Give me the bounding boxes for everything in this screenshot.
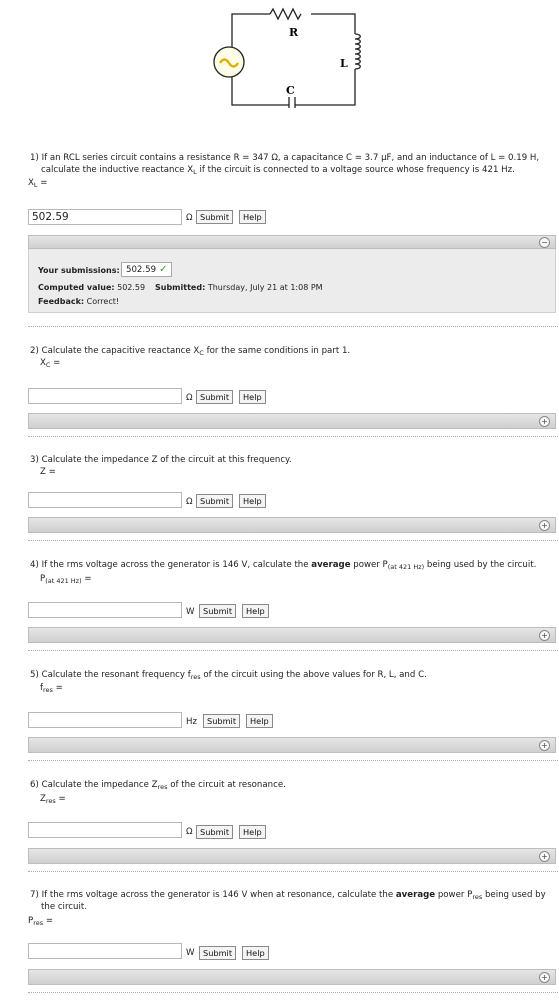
submitted-label: Submitted: — [155, 283, 206, 292]
unit-label-5: Hz — [186, 717, 197, 727]
computed-value: 502.59 — [117, 283, 146, 292]
help-button-7[interactable]: Help — [242, 946, 269, 960]
unit-label-4: W — [186, 607, 195, 617]
collapse-icon[interactable]: − — [539, 237, 550, 248]
expand-icon[interactable]: + — [539, 851, 550, 862]
checkmark-icon: ✓ — [159, 264, 168, 275]
computed-label: Computed value: — [38, 283, 115, 292]
submit-button-3[interactable]: Submit — [196, 494, 234, 508]
submit-button-2[interactable]: Submit — [196, 390, 234, 404]
question-4-variable-label: P(at 421 Hz) = — [40, 574, 92, 585]
feedback-toggle-bar-2[interactable]: + — [28, 413, 556, 429]
help-button-6[interactable]: Help — [239, 825, 266, 839]
answer-input-4[interactable] — [28, 602, 182, 618]
unit-label-7: W — [186, 948, 195, 958]
question-3-text: 3) Calculate the impedance Z of the circ… — [30, 455, 292, 465]
divider — [28, 540, 558, 541]
rlc-circuit-diagram: R L C — [213, 7, 361, 108]
submission-value: 502.59 ✓ — [121, 262, 173, 277]
question-7-text: 7) If the rms voltage across the generat… — [30, 890, 546, 912]
answer-input-3[interactable] — [28, 492, 182, 508]
answer-input-5[interactable] — [28, 712, 182, 728]
question-5-text: 5) Calculate the resonant frequency fres… — [30, 670, 427, 681]
help-button-1[interactable]: Help — [239, 210, 266, 224]
unit-label-1: Ω — [186, 213, 193, 223]
submit-button-1[interactable]: Submit — [196, 210, 234, 224]
question-6-text: 6) Calculate the impedance Zres of the c… — [30, 780, 286, 791]
question-2-variable-label: XC = — [40, 358, 61, 369]
expand-icon[interactable]: + — [539, 630, 550, 641]
feedback-label: Feedback: — [38, 297, 85, 306]
divider — [28, 650, 558, 651]
divider — [28, 436, 558, 437]
divider — [28, 760, 558, 761]
feedback-value: Correct! — [86, 297, 120, 306]
feedback-toggle-bar-1[interactable]: − — [28, 235, 556, 249]
help-button-5[interactable]: Help — [246, 714, 273, 728]
feedback-panel-1: Your submissions: 502.59 ✓ Computed value… — [28, 249, 556, 313]
question-7-variable-label: Pres = — [28, 916, 54, 927]
question-3-variable-label: Z = — [40, 467, 56, 477]
question-6-variable-label: Zres = — [40, 794, 66, 805]
inductor-label: L — [340, 57, 348, 70]
submit-button-7[interactable]: Submit — [199, 946, 237, 960]
answer-input-6[interactable] — [28, 822, 182, 838]
answer-input-7[interactable] — [28, 943, 182, 959]
feedback-toggle-bar-3[interactable]: + — [28, 517, 556, 533]
inductor-symbol — [354, 33, 361, 70]
submitted-value: Thursday, July 21 at 1:08 PM — [207, 283, 323, 292]
feedback-toggle-bar-6[interactable]: + — [28, 848, 556, 864]
answer-input-1[interactable] — [28, 209, 182, 225]
unit-label-3: Ω — [186, 497, 193, 507]
divider — [28, 326, 558, 327]
question-4-text: 4) If the rms voltage across the generat… — [30, 560, 537, 571]
help-button-3[interactable]: Help — [239, 494, 266, 508]
expand-icon[interactable]: + — [539, 740, 550, 751]
answer-input-2[interactable] — [28, 388, 182, 404]
question-1-variable-label: XL = — [28, 178, 48, 189]
unit-label-2: Ω — [186, 393, 193, 403]
resistor-symbol — [269, 7, 302, 21]
unit-label-6: Ω — [186, 827, 193, 837]
question-2-text: 2) Calculate the capacitive reactance XC… — [30, 346, 351, 357]
expand-icon[interactable]: + — [539, 520, 550, 531]
submit-button-6[interactable]: Submit — [196, 825, 234, 839]
help-button-2[interactable]: Help — [239, 390, 266, 404]
submit-button-5[interactable]: Submit — [203, 714, 241, 728]
expand-icon[interactable]: + — [539, 972, 550, 983]
capacitor-label: C — [286, 84, 295, 97]
submissions-label: Your submissions: — [38, 266, 120, 275]
help-button-4[interactable]: Help — [242, 604, 269, 618]
resistor-label: R — [289, 26, 299, 39]
divider — [28, 871, 558, 872]
feedback-toggle-bar-4[interactable]: + — [28, 627, 556, 643]
question-5-variable-label: fres = — [40, 683, 63, 694]
divider — [28, 992, 558, 993]
expand-icon[interactable]: + — [539, 416, 550, 427]
submit-button-4[interactable]: Submit — [199, 604, 237, 618]
feedback-toggle-bar-5[interactable]: + — [28, 737, 556, 753]
feedback-toggle-bar-7[interactable]: + — [28, 969, 556, 985]
question-1-text: 1) If an RCL series circuit contains a r… — [30, 153, 540, 176]
